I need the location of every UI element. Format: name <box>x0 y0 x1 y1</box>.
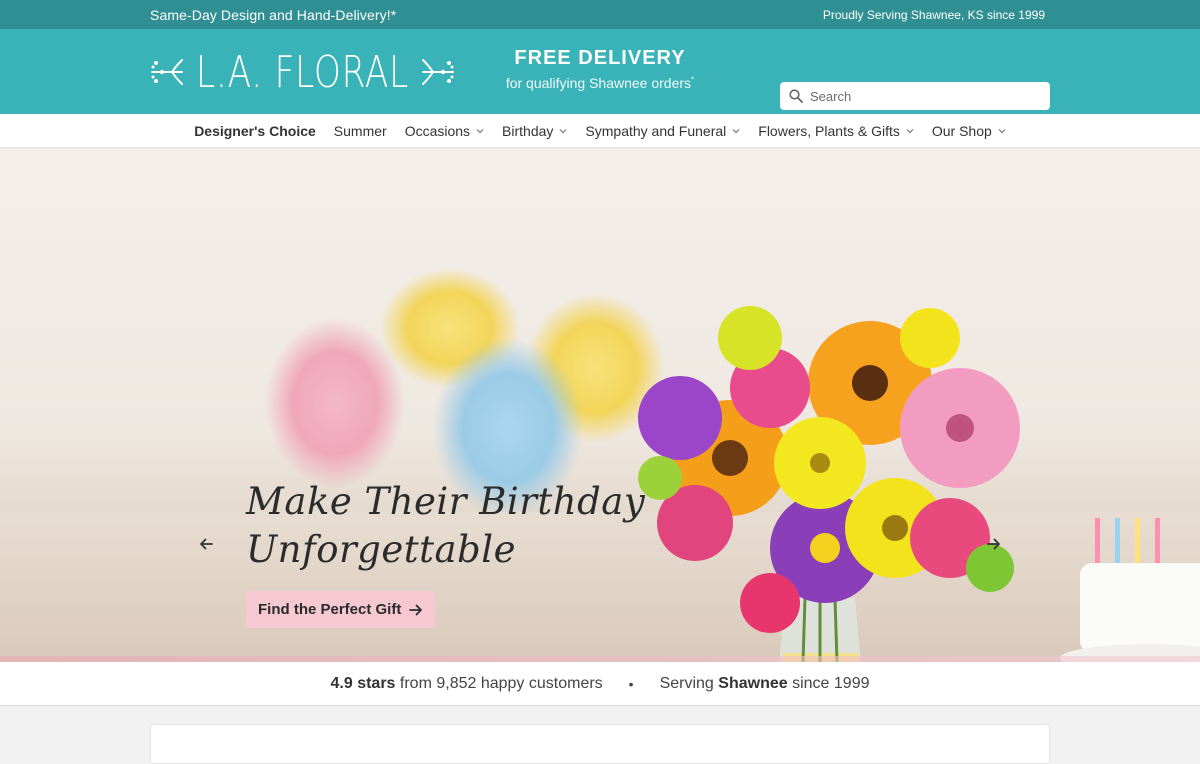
chevron-down-icon <box>559 128 567 133</box>
same-day-delivery-text: Same-Day Design and Hand-Delivery!* <box>150 6 397 23</box>
search-icon <box>789 89 803 103</box>
logo[interactable]: L.A. FLORAL <box>150 43 455 101</box>
nav-item-our-shop[interactable]: Our Shop <box>923 123 1015 139</box>
content-card <box>150 724 1050 764</box>
chevron-down-icon <box>906 128 914 133</box>
chevron-down-icon <box>732 128 740 133</box>
hero-headline: Make Their Birthday Unforgettable <box>246 478 645 574</box>
search-input[interactable] <box>810 88 1030 104</box>
arrow-right-icon <box>409 604 423 615</box>
hero-headline-line-2: Unforgettable <box>246 528 516 571</box>
flower-bouquet-image <box>638 306 1020 662</box>
main-navigation: Designer's Choice Summer Occasions Birth… <box>0 114 1200 148</box>
promo-footnote-mark: * <box>691 75 695 85</box>
serving-city: Shawnee <box>718 674 788 692</box>
nav-label: Flowers, Plants & Gifts <box>758 122 900 139</box>
hero-bottom-accent <box>0 656 1200 662</box>
nav-label: Designer's Choice <box>194 122 316 139</box>
nav-item-birthday[interactable]: Birthday <box>493 123 576 139</box>
promo-subtitle-text: for qualifying Shawnee orders <box>505 75 692 91</box>
serving-since-text: Proudly Serving Shawnee, KS since 1999 <box>822 7 1045 22</box>
nav-label: Our Shop <box>931 122 992 139</box>
logo-text: L.A. FLORAL <box>196 46 410 98</box>
carousel-next-button[interactable] <box>979 529 1009 559</box>
nav-label: Birthday <box>502 122 554 139</box>
left-flourish-icon <box>151 59 183 85</box>
site-header: L.A. FLORAL FREE DELIVERY for qualifying… <box>0 29 1200 114</box>
nav-item-flowers-plants-gifts[interactable]: Flowers, Plants & Gifts <box>749 123 923 139</box>
birthday-cake-image <box>1060 518 1200 662</box>
ratings-stars: 4.9 stars <box>330 674 396 692</box>
serving-prefix: Serving <box>659 674 714 692</box>
nav-item-designers-choice[interactable]: Designer's Choice <box>185 123 325 139</box>
arrow-right-icon <box>987 538 1000 550</box>
hero-headline-line-1: Make Their Birthday <box>246 480 646 523</box>
promo-subtitle: for qualifying Shawnee orders* <box>450 75 750 91</box>
top-announcement-bar: Same-Day Design and Hand-Delivery!* Prou… <box>0 0 1200 29</box>
search-box[interactable] <box>780 82 1050 110</box>
nav-item-occasions[interactable]: Occasions <box>396 123 493 139</box>
find-perfect-gift-button[interactable]: Find the Perfect Gift <box>246 591 436 628</box>
ratings-count-text: from 9,852 happy customers <box>399 674 603 692</box>
nav-label: Summer <box>333 122 387 139</box>
hero-banner[interactable]: Make Their Birthday Unforgettable Find t… <box>0 148 1200 662</box>
arrow-left-icon <box>200 538 213 550</box>
carousel-prev-button[interactable] <box>191 529 221 559</box>
nav-label: Occasions <box>404 122 471 139</box>
serving-suffix: since 1999 <box>792 674 870 692</box>
chevron-down-icon <box>476 128 484 133</box>
nav-item-sympathy-funeral[interactable]: Sympathy and Funeral <box>576 123 749 139</box>
free-delivery-promo: FREE DELIVERY for qualifying Shawnee ord… <box>450 47 750 91</box>
bullet-separator: • <box>628 675 634 692</box>
promo-title: FREE DELIVERY <box>514 47 686 69</box>
cta-label: Find the Perfect Gift <box>258 601 402 618</box>
ratings-bar: 4.9 stars from 9,852 happy customers • S… <box>0 662 1200 706</box>
chevron-down-icon <box>998 128 1006 133</box>
nav-label: Sympathy and Funeral <box>585 122 727 139</box>
nav-item-summer[interactable]: Summer <box>325 123 396 139</box>
